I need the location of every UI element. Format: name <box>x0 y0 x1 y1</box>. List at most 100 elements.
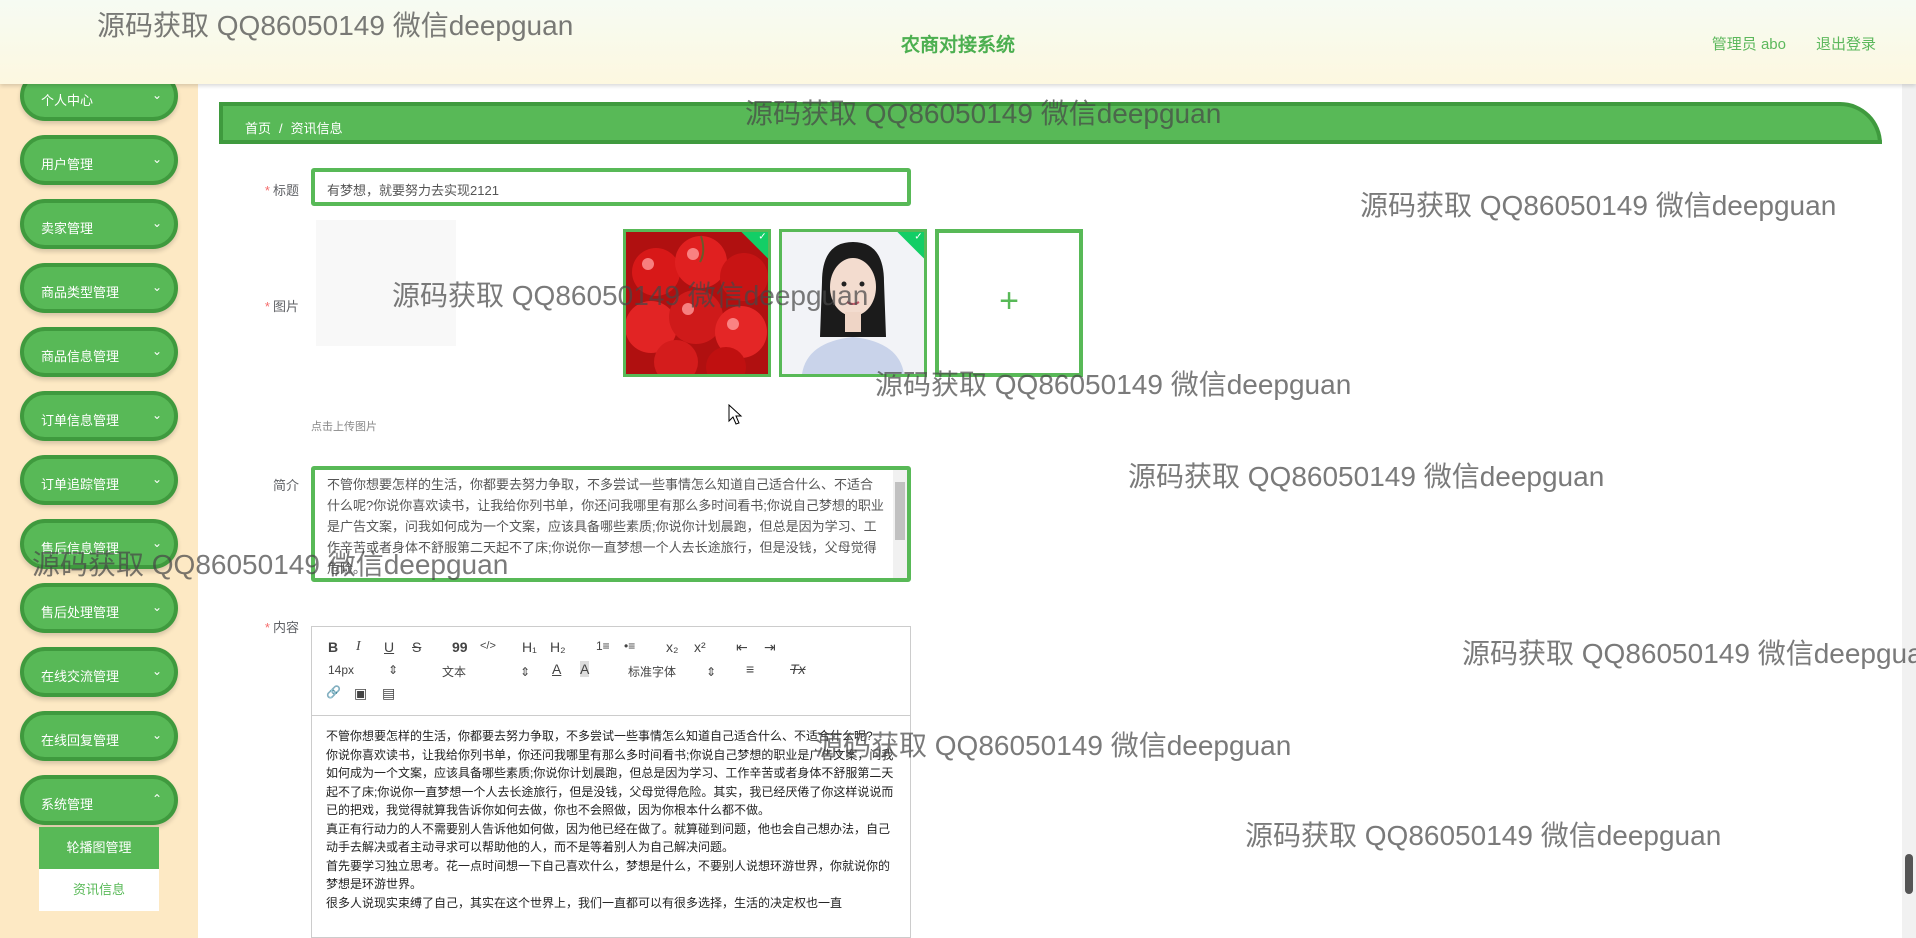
sidebar-item-product-type-management[interactable]: 商品类型管理 ⌄ <box>20 263 178 313</box>
chevron-down-icon: ⌄ <box>151 280 162 294</box>
sidebar-item-label: 商品信息管理 <box>41 349 120 364</box>
image-placeholder <box>316 220 456 346</box>
mouse-cursor-icon <box>728 404 743 425</box>
header2-button[interactable]: H₂ <box>550 639 566 655</box>
outdent-button[interactable]: ⇤ <box>736 639 748 656</box>
cherries-image <box>626 232 768 374</box>
app-title: 农商对接系统 <box>900 35 1015 56</box>
system-submenu: 轮播图管理 资讯信息 <box>39 827 159 911</box>
chevron-down-icon: ⌄ <box>151 344 162 358</box>
intro-text: 不管你想要怎样的生活，你都要去努力争取，不多尝试一些事情怎么知道自己适合什么、不… <box>327 477 884 576</box>
link-icon[interactable]: 🔗 <box>326 685 341 699</box>
sidebar-item-online-chat-management[interactable]: 在线交流管理 ⌄ <box>20 647 178 697</box>
chevron-down-icon: ⌄ <box>151 152 162 166</box>
title-label: * 标题 <box>264 183 299 198</box>
bold-button[interactable]: B <box>328 639 338 655</box>
intro-textarea[interactable]: 不管你想要怎样的生活，你都要去努力争取，不多尝试一些事情怎么知道自己适合什么、不… <box>311 466 911 582</box>
updown-icon: ⇕ <box>520 665 531 679</box>
sidebar-item-seller-management[interactable]: 卖家管理 ⌄ <box>20 199 178 249</box>
sidebar-item-online-reply-management[interactable]: 在线回复管理 ⌄ <box>20 711 178 761</box>
page-scrollbar[interactable] <box>1902 84 1916 938</box>
breadcrumb-separator: / <box>279 121 283 136</box>
chevron-down-icon: ⌄ <box>151 472 162 486</box>
editor-paragraph: 很多人说现实束缚了自己，其实在这个世界上，我们一直都可以有很多选择，生活的决定权… <box>326 895 843 910</box>
editor-content[interactable]: 不管你想要怎样的生活，你都要去努力争取，不多尝试一些事情怎么知道自己适合什么、不… <box>326 727 898 912</box>
rich-text-editor[interactable]: B I U S 99 </> H₁ H₂ 1≡ •≡ x₂ x² ⇤ ⇥ 14p… <box>311 626 911 938</box>
content-label: * 内容 <box>264 620 299 635</box>
sidebar-item-order-info-management[interactable]: 订单信息管理 ⌄ <box>20 391 178 441</box>
sidebar-item-aftersale-process-management[interactable]: 售后处理管理 ⌄ <box>20 583 178 633</box>
editor-paragraph: 真正有行动力的人不需要别人告诉他如何做，因为他已经在做了。就算碰到问题，他也会自… <box>326 821 891 855</box>
chevron-down-icon: ⌄ <box>151 408 162 422</box>
sidebar-item-order-tracking-management[interactable]: 订单追踪管理 ⌄ <box>20 455 178 505</box>
underline-button[interactable]: U <box>384 639 394 655</box>
blockquote-button[interactable]: 99 <box>452 639 468 655</box>
bullet-list-button[interactable]: •≡ <box>624 639 635 653</box>
breadcrumb-home[interactable]: 首页 <box>245 121 271 136</box>
updown-icon: ⇕ <box>388 663 399 677</box>
textarea-scrollbar[interactable] <box>893 470 907 578</box>
superscript-button[interactable]: x² <box>694 639 706 655</box>
chevron-up-icon: ⌃ <box>151 792 162 806</box>
image-label: * 图片 <box>264 299 299 314</box>
sidebar-item-product-info-management[interactable]: 商品信息管理 ⌄ <box>20 327 178 377</box>
uploaded-image-portrait[interactable]: ✓ <box>779 229 927 377</box>
italic-button[interactable]: I <box>356 639 361 655</box>
sidebar-item-label: 售后处理管理 <box>41 605 120 620</box>
sidebar-item-label: 系统管理 <box>41 797 94 812</box>
sidebar-item-label: 个人中心 <box>41 93 94 108</box>
intro-label: 简介 <box>272 478 299 493</box>
submenu-item-news[interactable]: 资讯信息 <box>39 869 159 911</box>
code-block-button[interactable]: </> <box>480 640 496 652</box>
sidebar-item-label: 在线回复管理 <box>41 733 120 748</box>
sidebar-item-aftersale-info-management[interactable]: 售后信息管理 ⌄ <box>20 519 178 569</box>
breadcrumb-current: 资讯信息 <box>290 121 343 136</box>
upload-add-button[interactable]: + <box>935 229 1083 377</box>
sidebar-item-label: 售后信息管理 <box>41 541 120 556</box>
image-icon[interactable]: ▣ <box>354 685 367 702</box>
background-color-button[interactable]: A <box>580 661 590 677</box>
plus-icon: + <box>999 282 1019 320</box>
font-family-select[interactable]: 标准字体 ⇕ <box>628 663 716 680</box>
sidebar-item-label: 订单信息管理 <box>41 413 120 428</box>
upload-tip: 点击上传图片 <box>311 421 377 433</box>
sidebar-item-label: 用户管理 <box>41 157 94 172</box>
portrait-image <box>782 232 924 374</box>
sidebar-item-label: 在线交流管理 <box>41 669 120 684</box>
strike-button[interactable]: S <box>412 639 421 655</box>
breadcrumb: 首页 / 资讯信息 <box>219 102 1882 144</box>
chevron-down-icon: ⌄ <box>151 600 162 614</box>
sidebar-item-label: 卖家管理 <box>41 221 94 236</box>
font-size-select[interactable]: 14px ⇕ <box>328 663 398 677</box>
title-input[interactable]: 有梦想，就要努力去实现2121 <box>311 168 911 206</box>
video-icon[interactable]: ▤ <box>382 685 395 702</box>
chevron-down-icon: ⌄ <box>151 216 162 230</box>
indent-button[interactable]: ⇥ <box>764 639 776 656</box>
logout-link[interactable]: 退出登录 <box>1816 33 1876 54</box>
sidebar-item-label: 订单追踪管理 <box>41 477 120 492</box>
editor-paragraph: 你说你喜欢读书，让我给你列书单，你还问我哪里有那么多时间看书;你说自己梦想的职业… <box>326 747 894 818</box>
format-select[interactable]: 文本 ⇕ <box>442 663 530 680</box>
uploaded-image-cherries[interactable]: ✓ <box>623 229 771 377</box>
updown-icon: ⇕ <box>706 665 717 679</box>
editor-paragraph: 首先要学习独立思考。花一点时间想一下自己喜欢什么，梦想是什么，不要别人说想环游世… <box>326 858 891 892</box>
chevron-down-icon: ⌄ <box>151 728 162 742</box>
clear-format-button[interactable]: Tx <box>790 661 806 677</box>
ordered-list-button[interactable]: 1≡ <box>596 639 610 653</box>
chevron-down-icon: ⌄ <box>151 664 162 678</box>
chevron-down-icon: ⌄ <box>151 88 162 102</box>
top-header: 农商对接系统 管理员 abo 退出登录 <box>0 0 1916 84</box>
admin-user-label[interactable]: 管理员 abo <box>1712 33 1786 54</box>
font-color-button[interactable]: A <box>552 661 561 677</box>
textarea-scroll-thumb[interactable] <box>895 482 905 540</box>
header1-button[interactable]: H₁ <box>522 639 537 655</box>
subscript-button[interactable]: x₂ <box>666 639 678 655</box>
editor-paragraph: 不管你想要怎样的生活，你都要去努力争取，不多尝试一些事情怎么知道自己适合什么、不… <box>326 729 873 743</box>
page-scroll-thumb[interactable] <box>1905 854 1913 894</box>
chevron-down-icon: ⌄ <box>151 536 162 550</box>
sidebar-item-user-management[interactable]: 用户管理 ⌄ <box>20 135 178 185</box>
submenu-item-carousel[interactable]: 轮播图管理 <box>39 827 159 869</box>
sidebar-item-system-management[interactable]: 系统管理 ⌃ <box>20 775 178 825</box>
editor-toolbar: B I U S 99 </> H₁ H₂ 1≡ •≡ x₂ x² ⇤ ⇥ 14p… <box>312 627 910 716</box>
align-button[interactable]: ≡ <box>746 661 754 677</box>
